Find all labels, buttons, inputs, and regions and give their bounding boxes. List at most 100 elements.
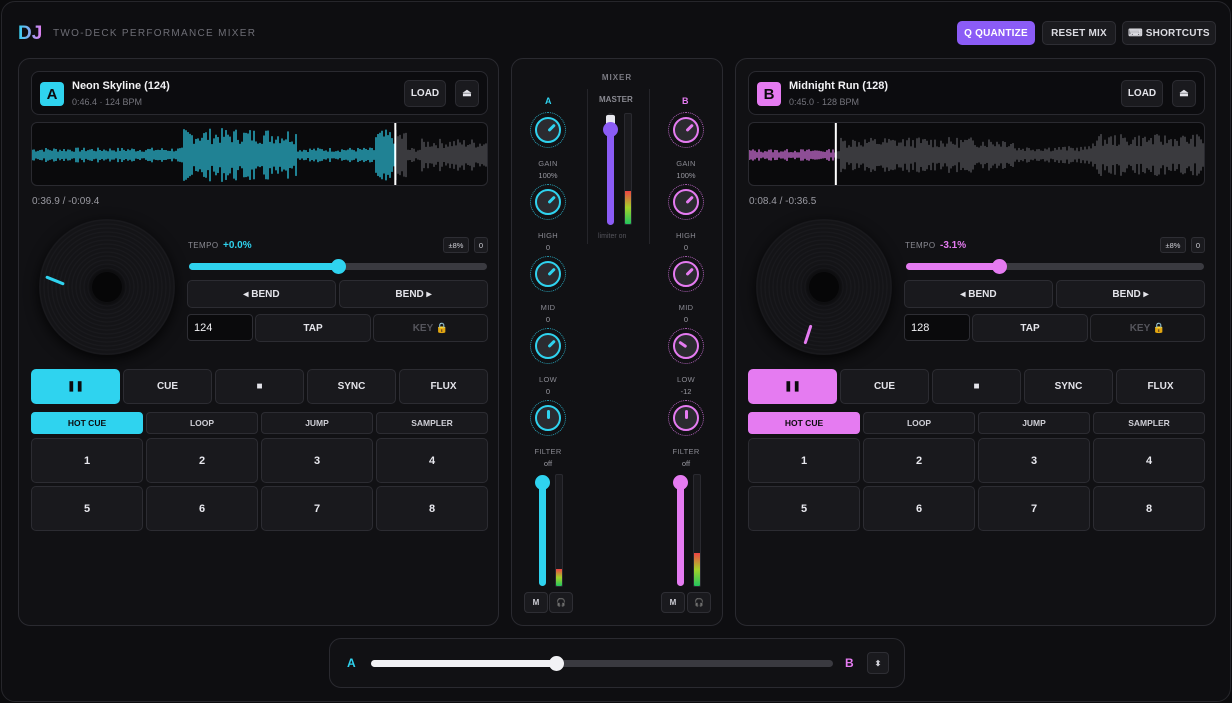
knob-value: 0: [545, 243, 551, 252]
knob-value: 0: [683, 243, 689, 252]
tempo-range-button[interactable]: ±8%: [443, 237, 469, 253]
eq-knob-low[interactable]: [535, 333, 561, 359]
tempo-reset-button[interactable]: 0: [1191, 237, 1205, 253]
crossfader-curve-icon[interactable]: ⬍: [867, 652, 889, 674]
hot-cue-pad-2[interactable]: 2: [863, 438, 975, 483]
play-pause-button[interactable]: ❚❚: [31, 369, 120, 404]
eq-knob-mid[interactable]: [673, 261, 699, 287]
channel-b-mute-button[interactable]: M: [661, 592, 685, 613]
hot-cue-pad-8[interactable]: 8: [1093, 486, 1205, 531]
channel-b-fader[interactable]: [673, 475, 688, 586]
knob-value: 100%: [538, 171, 558, 180]
play-pause-button[interactable]: ❚❚: [748, 369, 837, 404]
cue-button[interactable]: CUE: [840, 369, 929, 404]
shortcuts-button[interactable]: ⌨ SHORTCUTS: [1122, 21, 1216, 45]
reset-mix-button[interactable]: RESET MIX: [1042, 21, 1116, 45]
app-subtitle: TWO-DECK PERFORMANCE MIXER: [53, 28, 257, 39]
bend-down-button[interactable]: ◂ BEND: [187, 280, 336, 308]
tab-jump[interactable]: JUMP: [978, 412, 1090, 434]
bend-up-button[interactable]: BEND ▸: [339, 280, 488, 308]
eq-knob-filter[interactable]: [673, 405, 699, 431]
hot-cue-pad-8[interactable]: 8: [376, 486, 488, 531]
tab-hot-cue[interactable]: HOT CUE: [31, 412, 143, 434]
tap-button[interactable]: TAP: [972, 314, 1088, 342]
hot-cue-pad-6[interactable]: 6: [146, 486, 258, 531]
tab-sampler[interactable]: SAMPLER: [376, 412, 488, 434]
sync-button[interactable]: SYNC: [307, 369, 396, 404]
waveform-graphic: [749, 123, 1204, 185]
crossfader-slider[interactable]: [371, 656, 833, 671]
hot-cue-pad-4[interactable]: 4: [1093, 438, 1205, 483]
hot-cue-pad-3[interactable]: 3: [261, 438, 373, 483]
jog-center: [92, 272, 122, 302]
quantize-button[interactable]: Q QUANTIZE: [957, 21, 1035, 45]
tab-hot-cue[interactable]: HOT CUE: [748, 412, 860, 434]
hot-cue-pad-5[interactable]: 5: [31, 486, 143, 531]
tab-sampler[interactable]: SAMPLER: [1093, 412, 1205, 434]
master-fader-thumb[interactable]: [603, 122, 618, 137]
mixer-panel: MIXER A B MASTER GAIN 100% HIGH 0 MID 0 LOW 0 FI…: [511, 58, 723, 626]
eq-knob-gain[interactable]: [535, 117, 561, 143]
eject-icon[interactable]: ⏏: [455, 80, 479, 107]
tempo-slider[interactable]: [189, 259, 487, 274]
master-fader[interactable]: [603, 113, 618, 225]
hot-cue-pad-7[interactable]: 7: [978, 486, 1090, 531]
channel-b-fader-thumb[interactable]: [673, 475, 688, 490]
knob-value: 0: [545, 315, 551, 324]
hot-cue-pad-3[interactable]: 3: [978, 438, 1090, 483]
hot-cue-pad-2[interactable]: 2: [146, 438, 258, 483]
jog-wheel[interactable]: [39, 219, 175, 355]
waveform[interactable]: [748, 122, 1205, 186]
tempo-slider[interactable]: [906, 259, 1204, 274]
stop-button[interactable]: ■: [215, 369, 304, 404]
tempo-range-button[interactable]: ±8%: [1160, 237, 1186, 253]
cue-button[interactable]: CUE: [123, 369, 212, 404]
eq-knob-gain[interactable]: [673, 117, 699, 143]
eq-knob-high[interactable]: [673, 189, 699, 215]
channel-a-mute-button[interactable]: M: [524, 592, 548, 613]
track-meta: 0:45.0 · 128 BPM: [789, 97, 860, 107]
bpm-input[interactable]: 124: [187, 314, 253, 341]
eq-knob-high[interactable]: [535, 189, 561, 215]
jog-wheel[interactable]: [756, 219, 892, 355]
bend-down-button[interactable]: ◂ BEND: [904, 280, 1053, 308]
knob-value: 100%: [676, 171, 696, 180]
track-info: B Midnight Run (128) 0:45.0 · 128 BPM LO…: [748, 71, 1205, 115]
eject-icon[interactable]: ⏏: [1172, 80, 1196, 107]
channel-a-fader[interactable]: [535, 475, 550, 586]
tab-jump[interactable]: JUMP: [261, 412, 373, 434]
load-button[interactable]: LOAD: [404, 80, 446, 107]
channel-a-vu-level: [556, 569, 562, 586]
key-lock-button[interactable]: KEY 🔒: [1090, 314, 1205, 342]
headphones-icon[interactable]: 🎧: [687, 592, 711, 613]
hot-cue-pad-6[interactable]: 6: [863, 486, 975, 531]
tempo-value: +0.0%: [223, 240, 252, 251]
headphones-icon[interactable]: 🎧: [549, 592, 573, 613]
crossfader-thumb[interactable]: [549, 656, 564, 671]
tab-loop[interactable]: LOOP: [146, 412, 258, 434]
hot-cue-pad-1[interactable]: 1: [31, 438, 143, 483]
flux-button[interactable]: FLUX: [1116, 369, 1205, 404]
load-button[interactable]: LOAD: [1121, 80, 1163, 107]
eq-knob-filter[interactable]: [535, 405, 561, 431]
hot-cue-pad-5[interactable]: 5: [748, 486, 860, 531]
eq-knob-mid[interactable]: [535, 261, 561, 287]
tempo-thumb[interactable]: [331, 259, 346, 274]
tempo-reset-button[interactable]: 0: [474, 237, 488, 253]
key-lock-button[interactable]: KEY 🔒: [373, 314, 488, 342]
tab-loop[interactable]: LOOP: [863, 412, 975, 434]
tap-button[interactable]: TAP: [255, 314, 371, 342]
knob-value: off: [543, 459, 553, 468]
channel-a-fader-thumb[interactable]: [535, 475, 550, 490]
bpm-input[interactable]: 128: [904, 314, 970, 341]
bend-up-button[interactable]: BEND ▸: [1056, 280, 1205, 308]
eq-knob-low[interactable]: [673, 333, 699, 359]
hot-cue-pad-7[interactable]: 7: [261, 486, 373, 531]
stop-button[interactable]: ■: [932, 369, 1021, 404]
tempo-thumb[interactable]: [992, 259, 1007, 274]
flux-button[interactable]: FLUX: [399, 369, 488, 404]
waveform[interactable]: [31, 122, 488, 186]
sync-button[interactable]: SYNC: [1024, 369, 1113, 404]
hot-cue-pad-4[interactable]: 4: [376, 438, 488, 483]
hot-cue-pad-1[interactable]: 1: [748, 438, 860, 483]
